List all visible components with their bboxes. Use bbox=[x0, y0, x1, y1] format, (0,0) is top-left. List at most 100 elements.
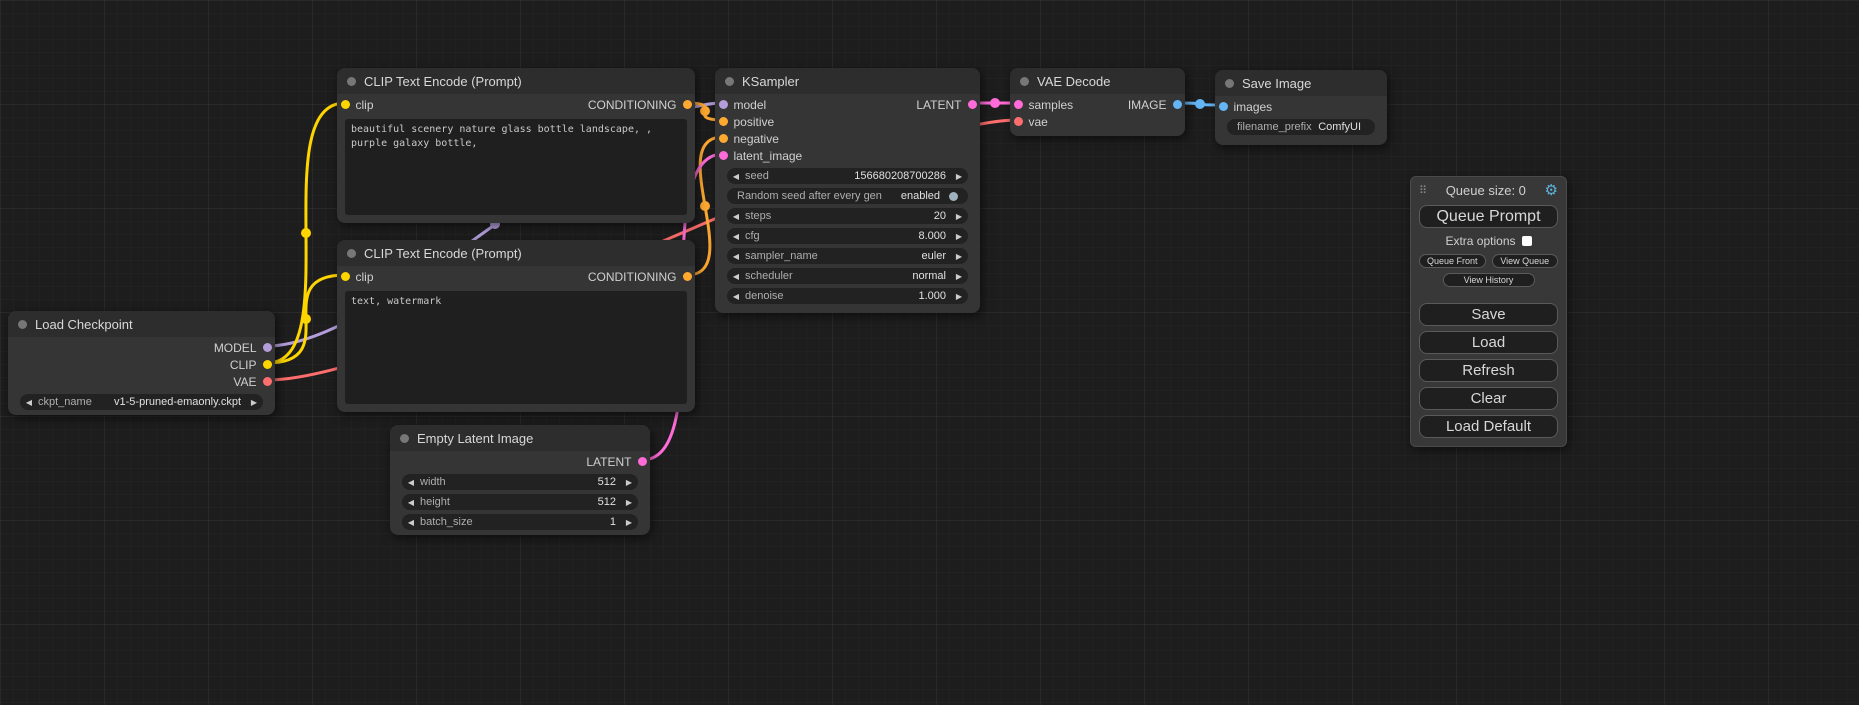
left-arrow-icon[interactable]: ◀ bbox=[727, 252, 745, 261]
widget-name: Random seed after every gen bbox=[737, 190, 882, 202]
output-slot-latent[interactable] bbox=[968, 100, 977, 109]
node-save-image[interactable]: Save Image images filename_prefix ComfyU… bbox=[1215, 70, 1387, 145]
output-slot-vae[interactable] bbox=[263, 377, 272, 386]
input-slot-negative[interactable] bbox=[719, 134, 728, 143]
input-slot-model[interactable] bbox=[719, 100, 728, 109]
node-title-bar[interactable]: Empty Latent Image bbox=[390, 425, 650, 451]
node-title: Load Checkpoint bbox=[35, 317, 133, 332]
input-slot-clip[interactable] bbox=[341, 100, 350, 109]
widget-height[interactable]: ◀ height 512 ▶ bbox=[402, 494, 638, 510]
input-slot-vae[interactable] bbox=[1014, 117, 1023, 126]
widget-name: seed bbox=[745, 170, 769, 182]
node-ksampler[interactable]: KSampler model LATENT positive bbox=[715, 68, 980, 313]
left-arrow-icon[interactable]: ◀ bbox=[727, 292, 745, 301]
output-slot-conditioning[interactable] bbox=[683, 100, 692, 109]
widget-value: enabled bbox=[901, 190, 944, 202]
view-history-button[interactable]: View History bbox=[1443, 273, 1535, 287]
widget-random-seed-toggle[interactable]: Random seed after every gen enabled bbox=[727, 188, 968, 204]
right-arrow-icon[interactable]: ▶ bbox=[950, 292, 968, 301]
collapse-dot-icon[interactable] bbox=[1020, 77, 1029, 86]
refresh-button[interactable]: Refresh bbox=[1419, 359, 1558, 382]
right-arrow-icon[interactable]: ▶ bbox=[950, 232, 968, 241]
widget-denoise[interactable]: ◀ denoise 1.000 ▶ bbox=[727, 288, 968, 304]
input-slot-positive[interactable] bbox=[719, 117, 728, 126]
input-slot-label: clip bbox=[356, 270, 374, 284]
node-title: Save Image bbox=[1242, 76, 1311, 91]
widget-seed[interactable]: ◀ seed 156680208700286 ▶ bbox=[727, 168, 968, 184]
collapse-dot-icon[interactable] bbox=[347, 249, 356, 258]
collapse-dot-icon[interactable] bbox=[725, 77, 734, 86]
output-slot-conditioning[interactable] bbox=[683, 272, 692, 281]
prompt-text-area[interactable]: text, watermark bbox=[345, 291, 687, 404]
output-slot-latent[interactable] bbox=[638, 457, 647, 466]
right-arrow-icon[interactable]: ▶ bbox=[950, 212, 968, 221]
input-slot-images[interactable] bbox=[1219, 102, 1228, 111]
view-queue-button[interactable]: View Queue bbox=[1492, 254, 1559, 268]
prompt-text-area[interactable]: beautiful scenery nature glass bottle la… bbox=[345, 119, 687, 215]
right-arrow-icon[interactable]: ▶ bbox=[620, 498, 638, 507]
widget-filename-prefix[interactable]: filename_prefix ComfyUI bbox=[1227, 119, 1375, 135]
output-slot-clip[interactable] bbox=[263, 360, 272, 369]
input-slot-clip[interactable] bbox=[341, 272, 350, 281]
input-slot-latent-image[interactable] bbox=[719, 151, 728, 160]
node-title-bar[interactable]: CLIP Text Encode (Prompt) bbox=[337, 240, 695, 266]
output-slot-model[interactable] bbox=[263, 343, 272, 352]
output-slot-image[interactable] bbox=[1173, 100, 1182, 109]
wire-midpoint-dot bbox=[301, 314, 311, 324]
node-title: Empty Latent Image bbox=[417, 431, 533, 446]
left-arrow-icon[interactable]: ◀ bbox=[402, 518, 420, 527]
node-title-bar[interactable]: CLIP Text Encode (Prompt) bbox=[337, 68, 695, 94]
node-clip-text-encode-positive[interactable]: CLIP Text Encode (Prompt) clip CONDITION… bbox=[337, 68, 695, 223]
output-slot-label: CLIP bbox=[230, 358, 257, 372]
extra-options-label: Extra options bbox=[1445, 234, 1515, 248]
left-arrow-icon[interactable]: ◀ bbox=[402, 498, 420, 507]
input-slot-samples[interactable] bbox=[1014, 100, 1023, 109]
right-arrow-icon[interactable]: ▶ bbox=[950, 252, 968, 261]
widget-batch-size[interactable]: ◀ batch_size 1 ▶ bbox=[402, 514, 638, 530]
node-title-bar[interactable]: KSampler bbox=[715, 68, 980, 94]
widget-ckpt-name[interactable]: ◀ ckpt_name v1-5-pruned-emaonly.ckpt ▶ bbox=[20, 394, 263, 410]
node-graph-canvas[interactable]: Load Checkpoint MODEL CLIP VAE bbox=[0, 0, 1859, 705]
left-arrow-icon[interactable]: ◀ bbox=[727, 232, 745, 241]
left-arrow-icon[interactable]: ◀ bbox=[727, 172, 745, 181]
right-arrow-icon[interactable]: ▶ bbox=[620, 518, 638, 527]
extra-options-checkbox[interactable] bbox=[1522, 236, 1532, 246]
queue-front-button[interactable]: Queue Front bbox=[1419, 254, 1486, 268]
node-clip-text-encode-negative[interactable]: CLIP Text Encode (Prompt) clip CONDITION… bbox=[337, 240, 695, 412]
right-arrow-icon[interactable]: ▶ bbox=[620, 478, 638, 487]
collapse-dot-icon[interactable] bbox=[347, 77, 356, 86]
load-default-button[interactable]: Load Default bbox=[1419, 415, 1558, 438]
drag-handle-icon[interactable]: ⠿ bbox=[1419, 184, 1427, 197]
queue-prompt-button[interactable]: Queue Prompt bbox=[1419, 205, 1558, 228]
node-empty-latent-image[interactable]: Empty Latent Image LATENT ◀ width 512 ▶ … bbox=[390, 425, 650, 535]
widget-value: 156680208700286 bbox=[854, 170, 950, 182]
widget-scheduler[interactable]: ◀ scheduler normal ▶ bbox=[727, 268, 968, 284]
widget-sampler-name[interactable]: ◀ sampler_name euler ▶ bbox=[727, 248, 968, 264]
node-title-bar[interactable]: VAE Decode bbox=[1010, 68, 1185, 94]
node-title-bar[interactable]: Save Image bbox=[1215, 70, 1387, 96]
queue-panel[interactable]: ⠿ Queue size: 0 ⚙ Queue Prompt Extra opt… bbox=[1410, 176, 1567, 447]
left-arrow-icon[interactable]: ◀ bbox=[402, 478, 420, 487]
settings-gear-icon[interactable]: ⚙ bbox=[1545, 183, 1558, 198]
toggle-knob-icon[interactable] bbox=[949, 192, 958, 201]
wire-midpoint-dot bbox=[301, 228, 311, 238]
node-title-bar[interactable]: Load Checkpoint bbox=[8, 311, 275, 337]
left-arrow-icon[interactable]: ◀ bbox=[727, 272, 745, 281]
node-vae-decode[interactable]: VAE Decode samples IMAGE vae bbox=[1010, 68, 1185, 136]
load-button[interactable]: Load bbox=[1419, 331, 1558, 354]
widget-steps[interactable]: ◀ steps 20 ▶ bbox=[727, 208, 968, 224]
collapse-dot-icon[interactable] bbox=[18, 320, 27, 329]
clear-button[interactable]: Clear bbox=[1419, 387, 1558, 410]
right-arrow-icon[interactable]: ▶ bbox=[245, 398, 263, 407]
left-arrow-icon[interactable]: ◀ bbox=[20, 398, 38, 407]
collapse-dot-icon[interactable] bbox=[400, 434, 409, 443]
node-load-checkpoint[interactable]: Load Checkpoint MODEL CLIP VAE bbox=[8, 311, 275, 415]
widget-width[interactable]: ◀ width 512 ▶ bbox=[402, 474, 638, 490]
save-button[interactable]: Save bbox=[1419, 303, 1558, 326]
right-arrow-icon[interactable]: ▶ bbox=[950, 172, 968, 181]
wire-midpoint-dot bbox=[700, 201, 710, 211]
right-arrow-icon[interactable]: ▶ bbox=[950, 272, 968, 281]
left-arrow-icon[interactable]: ◀ bbox=[727, 212, 745, 221]
collapse-dot-icon[interactable] bbox=[1225, 79, 1234, 88]
widget-cfg[interactable]: ◀ cfg 8.000 ▶ bbox=[727, 228, 968, 244]
